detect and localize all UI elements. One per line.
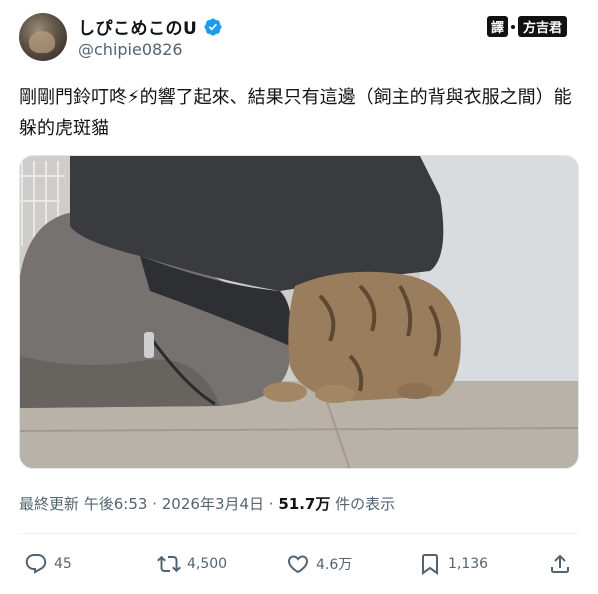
like-button[interactable]: 4.6万 (286, 552, 352, 576)
heart-icon (287, 555, 309, 574)
repost-icon (157, 555, 181, 573)
post-time[interactable]: 最終更新 午後6:53 (19, 495, 147, 513)
meta-separator: · (264, 495, 279, 513)
post-date[interactable]: 2026年3月4日 (162, 495, 264, 513)
view-count: 51.7万 (278, 495, 331, 513)
reply-icon (25, 554, 47, 574)
bookmark-button[interactable]: 1,136 (418, 552, 488, 576)
watermark-dot (511, 24, 516, 29)
reply-count: 45 (54, 556, 72, 572)
repost-count: 4,500 (187, 556, 228, 572)
watermark: 譯 方吉君 (487, 16, 568, 37)
post-photo[interactable] (19, 155, 579, 469)
share-icon (551, 554, 569, 573)
photo-illustration (20, 156, 578, 468)
repost-button[interactable]: 4,500 (157, 552, 227, 576)
bookmark-icon (422, 554, 438, 575)
meta-separator: · (147, 495, 162, 513)
post-meta: 最終更新 午後6:53 · 2026年3月4日 · 51.7万 件の表示 (19, 493, 395, 514)
share-button[interactable] (548, 552, 572, 576)
handle[interactable]: @chipie0826 (78, 40, 183, 59)
like-count: 4.6万 (316, 557, 353, 573)
avatar[interactable] (19, 13, 67, 61)
watermark-tag: 譯 (487, 16, 509, 37)
post-text: 剛剛門鈴叮咚⚡的響了起來、結果只有這邊（飼主的背與衣服之間）能躲的虎斑貓 (19, 87, 572, 139)
verified-badge-icon (204, 17, 222, 36)
divider (19, 533, 579, 534)
view-label: 件の表示 (330, 495, 396, 513)
reply-button[interactable]: 45 (24, 552, 72, 576)
watermark-brand: 方吉君 (518, 16, 568, 37)
action-bar: 45 4,500 4.6万 1,136 (24, 552, 576, 580)
display-name[interactable]: しぴこめこのU (78, 14, 197, 39)
bookmark-count: 1,136 (448, 556, 489, 572)
author-name-row: しぴこめこのU (78, 14, 223, 39)
